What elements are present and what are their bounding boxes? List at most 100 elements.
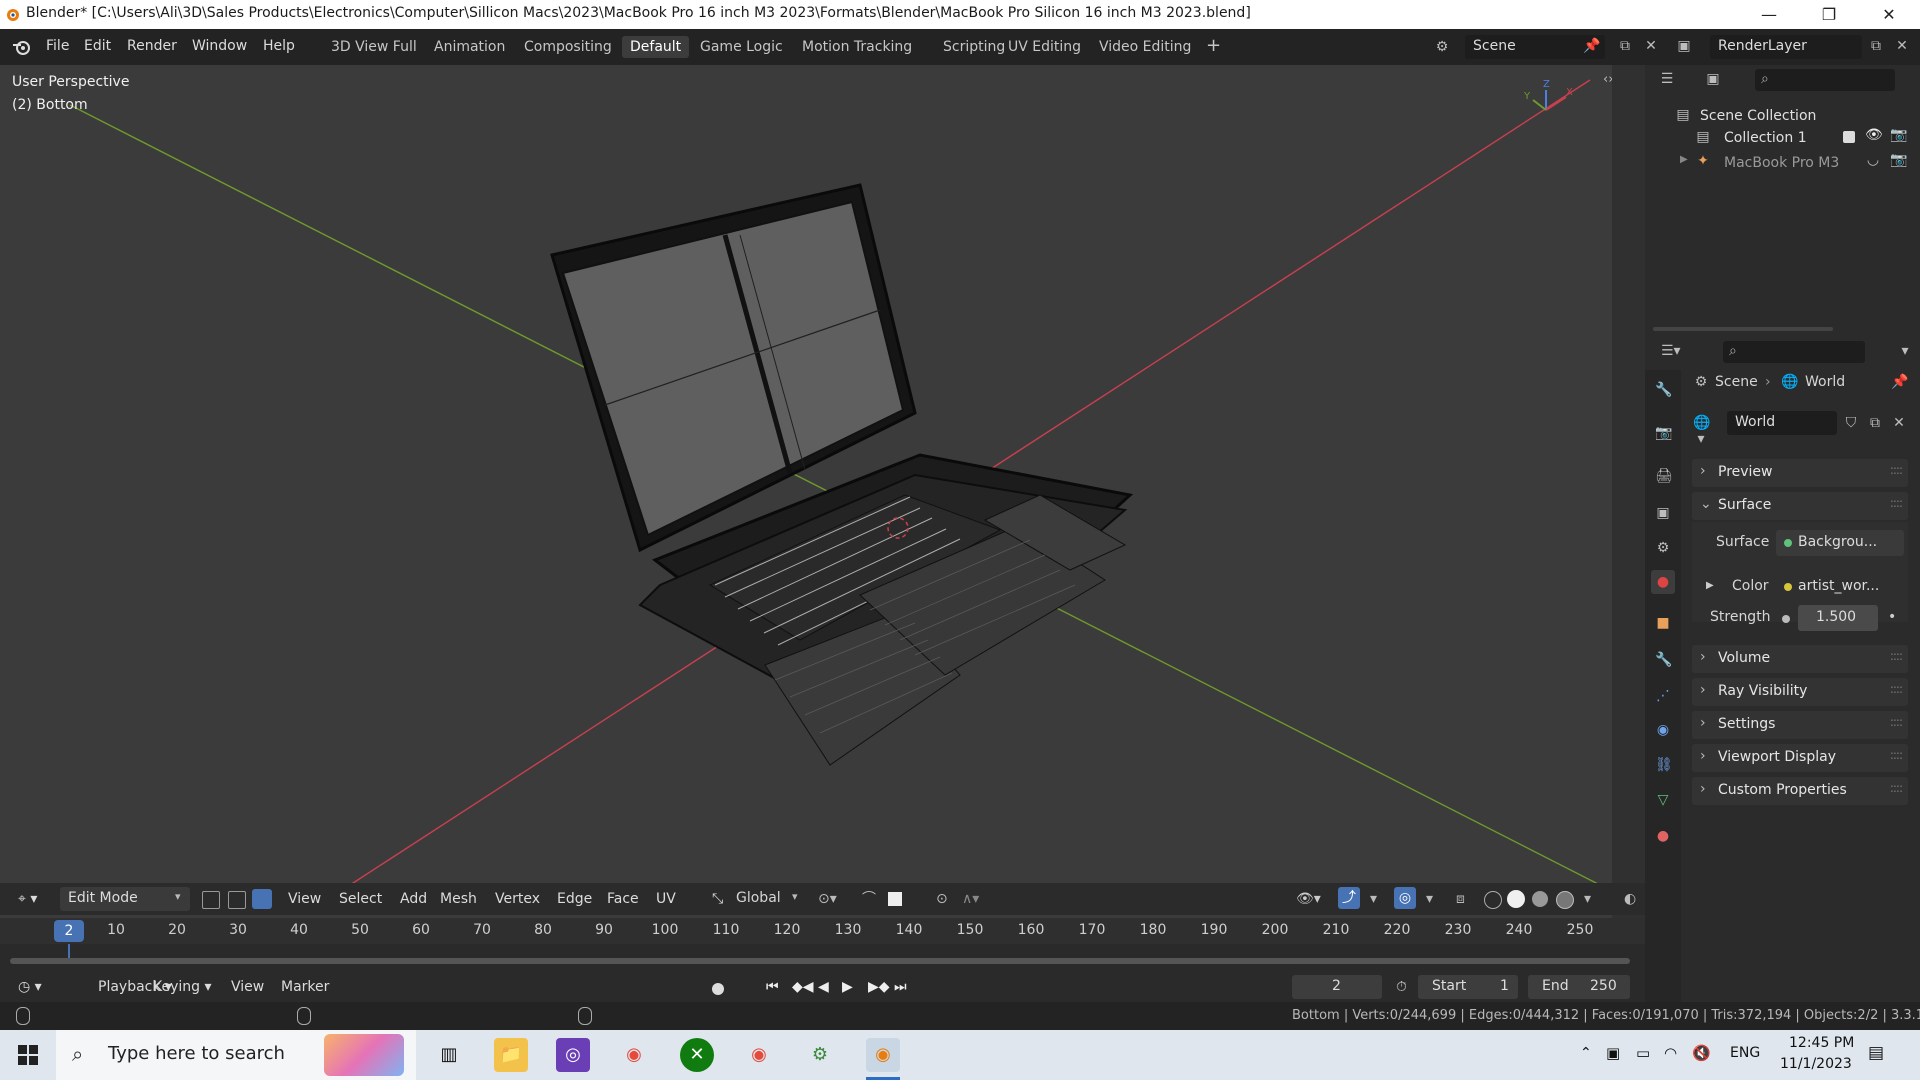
render-tab-icon[interactable]: 📷 [1655, 425, 1672, 441]
data-tab-icon[interactable]: ▽ [1655, 792, 1671, 808]
snap-target-icon[interactable] [888, 892, 902, 906]
physics-tab-icon[interactable]: ◉ [1655, 722, 1671, 738]
chevron-down-icon[interactable]: ▾ [1578, 887, 1597, 911]
minimize-button[interactable]: — [1740, 0, 1798, 29]
settings-panel[interactable]: › Settings :::: [1692, 711, 1908, 739]
file-explorer-icon[interactable]: 📁 [494, 1038, 528, 1072]
properties-search-input[interactable]: ⌕ [1723, 341, 1865, 363]
tool-tab-icon[interactable]: 🔧 [1655, 382, 1672, 398]
orientation-selector[interactable]: Global ▾ [732, 887, 804, 911]
timeline[interactable]: 2 10 20 30 40 50 60 70 80 90 100 110 120 130 140 150 16… [0, 918, 1645, 1002]
fake-user-icon[interactable]: ⛉ [1843, 415, 1859, 431]
toggle-sidebar-icon[interactable]: ‹› [1603, 72, 1612, 87]
editor-type-icon[interactable]: ⌖ ▾ [12, 887, 43, 911]
3d-viewport[interactable]: Z X Y User Perspective (2) Bottom ‹› [0, 65, 1612, 918]
taskbar-search-box[interactable]: ⌕ Type here to search [56, 1030, 416, 1080]
chevron-down-icon[interactable]: ▾ [1420, 887, 1439, 911]
view-layer-tab-icon[interactable]: ▣ [1655, 505, 1671, 521]
clock-time[interactable]: 12:45 PM [1789, 1035, 1854, 1051]
menu-keying[interactable]: Keying ▾ [147, 975, 218, 999]
falloff-icon[interactable]: ∧▾ [956, 887, 985, 911]
current-frame-field[interactable]: 2 [1292, 975, 1382, 999]
tab-game-logic[interactable]: Game Logic [692, 36, 791, 58]
object-tab-icon[interactable]: ■ [1655, 615, 1671, 631]
end-frame-field[interactable]: End 250 [1528, 975, 1630, 999]
orientation-icon[interactable]: ⤡ [706, 887, 729, 911]
jump-start-icon[interactable]: ⏮ [760, 975, 785, 999]
world-name-field[interactable]: World [1727, 411, 1837, 435]
tab-compositing[interactable]: Compositing [516, 36, 620, 58]
outliner-search-input[interactable]: ⌕ [1755, 69, 1895, 91]
menu-mesh[interactable]: Mesh [434, 887, 483, 911]
drag-handle-icon[interactable]: :::: [1890, 781, 1903, 795]
color-input-field[interactable]: artist_wor... [1776, 574, 1904, 600]
volume-panel[interactable]: › Volume :::: [1692, 645, 1908, 673]
world-icon[interactable]: 🌐▾ [1693, 415, 1710, 447]
scene-tab-icon[interactable]: ⚙ [1655, 540, 1671, 556]
pin-icon[interactable]: 📌 [1583, 38, 1600, 54]
menu-select[interactable]: Select [333, 887, 388, 911]
wireframe-shading-icon[interactable] [1484, 891, 1502, 909]
material-shading-icon[interactable] [1532, 891, 1548, 907]
restore-button[interactable]: ❐ [1800, 0, 1858, 29]
outliner-scrollbar[interactable] [1653, 327, 1833, 331]
chrome-icon[interactable]: ◉ [617, 1038, 651, 1072]
unlink-world-icon[interactable]: ✕ [1891, 415, 1907, 431]
blender-menu-icon[interactable] [12, 39, 32, 55]
new-world-icon[interactable]: ⧉ [1867, 415, 1883, 431]
gizmo-toggle-icon[interactable]: ⤴ [1338, 887, 1360, 909]
render-layer-icon[interactable]: ▣ [1676, 38, 1692, 54]
xbox-icon[interactable]: ✕ [680, 1038, 714, 1072]
menu-render[interactable]: Render [119, 36, 185, 56]
outliner-macbook-object[interactable]: ▶ ✦ MacBook Pro M3 ◡ 📷 [1645, 150, 1920, 176]
overlay-toggle-icon[interactable]: ◎ [1394, 887, 1416, 909]
tray-app-icon[interactable]: ▣ [1606, 1044, 1620, 1062]
menu-vertex[interactable]: Vertex [489, 887, 546, 911]
timeline-scrollbar[interactable] [10, 958, 1630, 964]
menu-marker[interactable]: Marker [275, 975, 335, 999]
visibility-icon[interactable]: 👁▾ [1290, 887, 1327, 911]
menu-edit[interactable]: Edit [76, 36, 119, 56]
volume-muted-icon[interactable]: 🔇 [1692, 1044, 1711, 1062]
output-tab-icon[interactable]: 🖨 [1655, 468, 1673, 484]
menu-view-timeline[interactable]: View [225, 975, 270, 999]
ray-visibility-panel[interactable]: › Ray Visibility :::: [1692, 678, 1908, 706]
tab-3d-view-full[interactable]: 3D View Full [323, 36, 425, 58]
tab-uv-editing[interactable]: UV Editing [1000, 36, 1089, 58]
custom-properties-panel[interactable]: › Custom Properties :::: [1692, 777, 1908, 805]
editor-menu-icon[interactable]: ◐ [1618, 887, 1642, 911]
outliner-editor-icon[interactable]: ☰ [1659, 71, 1675, 87]
play-icon[interactable]: ▶ [836, 975, 859, 999]
surface-shader-field[interactable]: Backgrou... [1776, 530, 1904, 556]
preview-panel[interactable]: › Preview :::: [1692, 459, 1908, 487]
search-highlight-image[interactable] [324, 1034, 404, 1076]
start-frame-field[interactable]: Start 1 [1418, 975, 1518, 999]
drag-handle-icon[interactable]: :::: [1890, 748, 1903, 762]
solid-shading-icon[interactable] [1507, 890, 1525, 908]
modifier-tab-icon[interactable]: 🔧 [1655, 652, 1672, 668]
world-selector[interactable]: 🌐▾ World ⛉ ⧉ ✕ [1693, 411, 1915, 447]
camera-icon[interactable]: 📷 [1890, 152, 1907, 168]
display-mode-icon[interactable]: ▣ [1705, 71, 1721, 87]
eye-icon[interactable]: 👁 [1865, 127, 1883, 143]
notifications-icon[interactable]: ▤ [1868, 1043, 1884, 1063]
snap-icon[interactable]: ⌒ [856, 887, 882, 911]
render-layer-selector[interactable]: RenderLayer [1710, 35, 1862, 59]
menu-view[interactable]: View [282, 887, 327, 911]
new-layer-icon[interactable]: ⧉ [1868, 38, 1884, 54]
clock-date[interactable]: 11/1/2023 [1780, 1056, 1852, 1072]
viewport-canvas[interactable]: Z X Y [0, 65, 1612, 918]
play-reverse-icon[interactable]: ◀ [812, 975, 835, 999]
eye-closed-icon[interactable]: ◡ [1865, 152, 1881, 168]
drag-handle-icon[interactable]: :::: [1890, 463, 1903, 477]
drag-handle-icon[interactable]: :::: [1890, 682, 1903, 696]
menu-uv[interactable]: UV [650, 887, 682, 911]
menu-help[interactable]: Help [255, 36, 303, 56]
tab-video-editing[interactable]: Video Editing [1091, 36, 1199, 58]
blender-taskbar-icon[interactable]: ◉ [866, 1038, 900, 1072]
timeline-editor-icon[interactable]: ◷ ▾ [12, 975, 48, 999]
pivot-icon[interactable]: ⊙▾ [812, 887, 843, 911]
record-icon[interactable] [712, 983, 724, 995]
menu-edge[interactable]: Edge [551, 887, 598, 911]
drag-handle-icon[interactable]: :::: [1890, 496, 1903, 510]
